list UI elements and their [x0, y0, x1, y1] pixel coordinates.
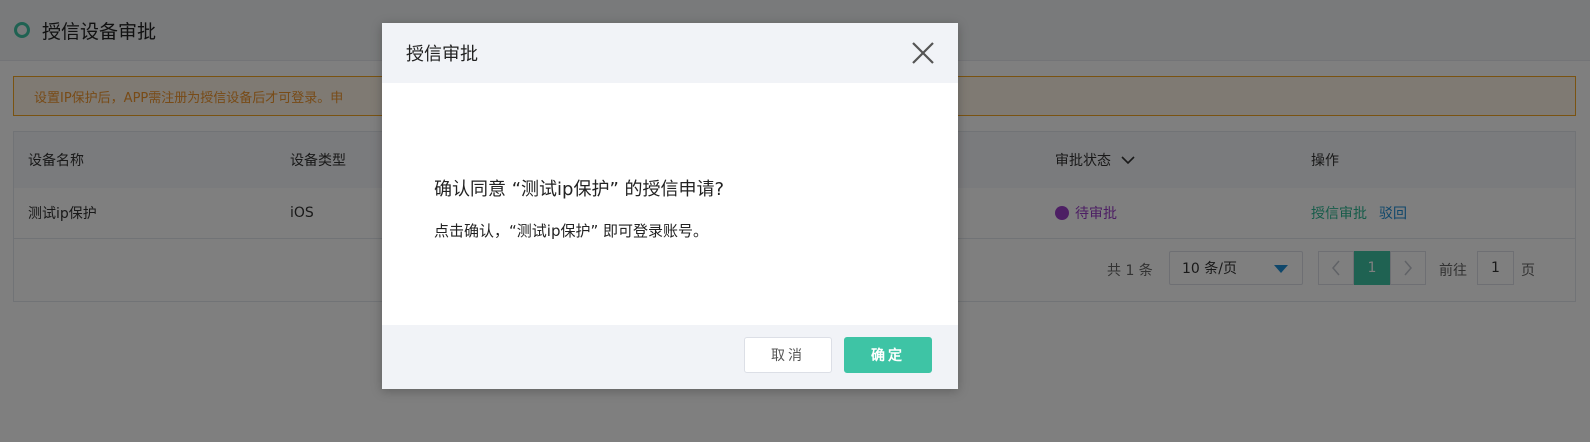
dialog-title: 授信审批	[406, 44, 478, 65]
cancel-button[interactable]: 取消	[744, 337, 832, 373]
page: 授信设备审批 设置IP保护后，APP需注册为授信设备后才可登录。申 设备名称 设…	[0, 0, 1590, 442]
confirm-question: 确认同意 “测试ip保护” 的授信申请?	[434, 179, 725, 200]
confirm-note: 点击确认，“测试ip保护” 即可登录账号。	[434, 222, 709, 240]
confirm-button[interactable]: 确定	[844, 337, 932, 373]
dialog-footer: 取消 确定	[382, 325, 958, 389]
dialog-body: 确认同意 “测试ip保护” 的授信申请? 点击确认，“测试ip保护” 即可登录账…	[382, 83, 958, 325]
close-icon[interactable]	[910, 40, 936, 66]
approval-dialog: 授信审批 确认同意 “测试ip保护” 的授信申请? 点击确认，“测试ip保护” …	[382, 23, 958, 389]
dialog-header: 授信审批	[382, 23, 958, 83]
